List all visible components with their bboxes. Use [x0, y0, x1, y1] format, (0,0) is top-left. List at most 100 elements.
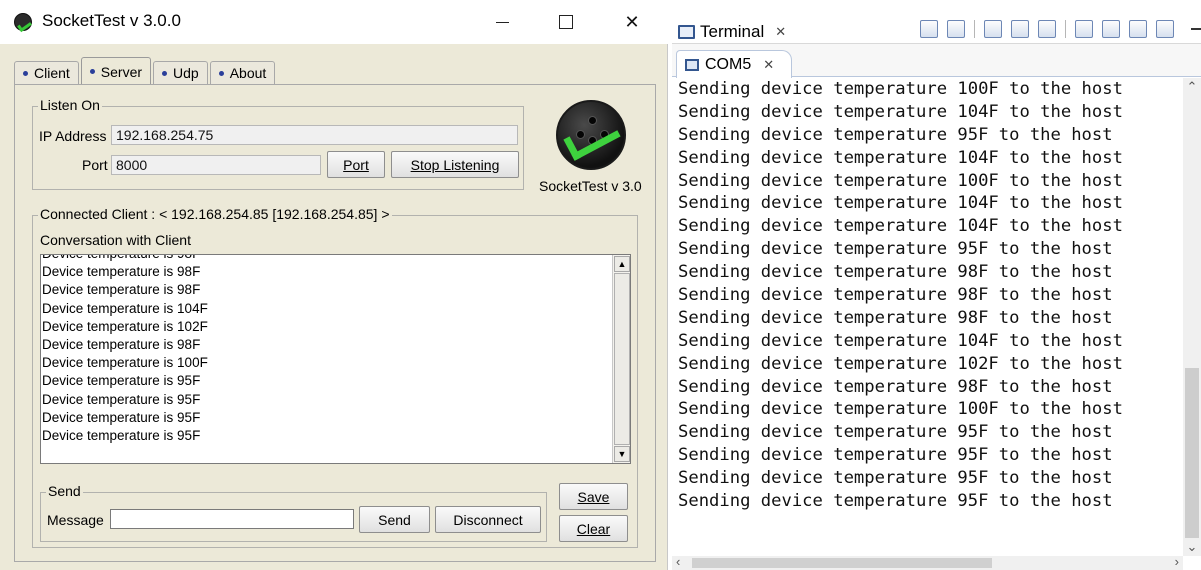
terminal-line: Sending device temperature 104F to the h…: [678, 101, 1123, 122]
close-tab-icon[interactable]: ✕: [763, 57, 774, 73]
tab-dot-icon: [23, 70, 28, 76]
scroll-down-icon[interactable]: ⌄: [1183, 538, 1201, 556]
scroll-thumb[interactable]: [1185, 368, 1199, 538]
tab-label: About: [229, 65, 267, 81]
scroll-thumb[interactable]: [614, 273, 630, 445]
send-button-label: Send: [378, 511, 411, 528]
port-label: Port: [82, 157, 108, 173]
scroll-lock-icon[interactable]: [984, 20, 1002, 38]
send-button[interactable]: Send: [359, 506, 430, 533]
clear-button-label: Clear: [576, 520, 611, 537]
save-button-label: Save: [577, 488, 610, 505]
terminal-line: Sending device temperature 104F to the h…: [678, 216, 1123, 237]
close-button[interactable]: ✕: [614, 8, 650, 36]
tab-dot-icon: [218, 70, 224, 76]
terminal-line: Sending device temperature 104F to the h…: [678, 147, 1123, 168]
ip-address-label: IP Address: [39, 128, 107, 144]
disconnect-button[interactable]: Disconnect: [435, 506, 541, 533]
new-terminal-icon[interactable]: [920, 20, 938, 38]
toggle-command-icon[interactable]: [1038, 20, 1056, 38]
terminal-vertical-scrollbar[interactable]: ⌃ ⌄: [1183, 78, 1201, 556]
scroll-left-icon[interactable]: ‹: [676, 554, 680, 569]
terminal-view: Terminal ✕ COM5 ✕ Sending device tempera…: [672, 0, 1201, 570]
tab-label: Client: [34, 65, 70, 81]
window-title: SocketTest v 3.0.0: [42, 11, 181, 30]
close-view-icon[interactable]: ✕: [775, 24, 786, 40]
sockettest-window: SocketTest v 3.0.0 ✕ Client Server Udp A…: [0, 0, 668, 570]
clear-button[interactable]: Clear: [559, 515, 628, 542]
tab-dot-icon: [89, 69, 95, 74]
serial-terminal-icon: [685, 58, 699, 71]
minimize-view-icon[interactable]: [1191, 28, 1201, 30]
terminal-line: Sending device temperature 98F to the ho…: [678, 376, 1113, 397]
terminal-line: Sending device temperature 95F to the ho…: [678, 445, 1113, 466]
terminal-output[interactable]: Sending device temperature 100F to the h…: [672, 78, 1183, 556]
tab-com5[interactable]: COM5 ✕: [676, 50, 792, 78]
tab-about[interactable]: About: [209, 61, 276, 84]
copy-icon[interactable]: [1075, 20, 1093, 38]
scroll-down-icon[interactable]: ▼: [614, 446, 630, 462]
terminal-line: Sending device temperature 95F to the ho…: [678, 422, 1113, 443]
terminal-line: Sending device temperature 104F to the h…: [678, 330, 1123, 351]
tab-client[interactable]: Client: [14, 61, 79, 84]
save-button[interactable]: Save: [559, 483, 628, 510]
terminal-icon: [678, 25, 695, 39]
app-icon: [14, 13, 32, 31]
sockettest-logo-icon: [556, 100, 626, 170]
terminal-line: Sending device temperature 104F to the h…: [678, 193, 1123, 214]
terminal-view-header: Terminal ✕: [672, 0, 1201, 44]
conversation-line: Device temperature is 98F: [42, 264, 201, 280]
terminal-toolbar: [920, 20, 1201, 38]
screen: SocketTest v 3.0.0 ✕ Client Server Udp A…: [0, 0, 1201, 570]
terminal-line: Sending device temperature 100F to the h…: [678, 170, 1123, 191]
port-button-label: Port: [343, 156, 369, 173]
tab-strip: Client Server Udp About: [14, 57, 277, 85]
scroll-thumb[interactable]: [692, 558, 992, 568]
terminal-view-tab[interactable]: Terminal ✕: [678, 20, 786, 44]
stop-listening-button[interactable]: Stop Listening: [391, 151, 519, 178]
conversation-line: Device temperature is 104F: [42, 300, 208, 316]
terminal-line: Sending device temperature 98F to the ho…: [678, 307, 1113, 328]
minimize-button[interactable]: [484, 8, 520, 36]
disconnect-icon[interactable]: [947, 20, 965, 38]
maximize-button[interactable]: [548, 8, 584, 36]
conversation-scrollbar[interactable]: ▲ ▼: [612, 255, 630, 463]
terminal-line: Sending device temperature 95F to the ho…: [678, 124, 1113, 145]
conversation-line: Device temperature is 95F: [42, 409, 201, 425]
toolbar-separator: [974, 20, 975, 38]
clear-console-icon[interactable]: [1011, 20, 1029, 38]
terminal-line: Sending device temperature 95F to the ho…: [678, 468, 1113, 489]
ip-address-field[interactable]: 192.168.254.75: [111, 125, 518, 145]
message-input[interactable]: [110, 509, 354, 529]
view-menu-icon[interactable]: [1156, 20, 1174, 38]
terminal-line: Sending device temperature 100F to the h…: [678, 399, 1123, 420]
conversation-line: Device temperature is 95F: [42, 373, 201, 389]
conversation-line: Device temperature is 100F: [42, 355, 208, 371]
tab-label: Udp: [173, 65, 199, 81]
listen-on-legend: Listen On: [38, 97, 102, 113]
terminal-horizontal-scrollbar[interactable]: ‹ ›: [672, 554, 1183, 570]
scroll-up-icon[interactable]: ▲: [614, 256, 630, 272]
conversation-line: Device temperature is 102F: [42, 318, 208, 334]
tab-server[interactable]: Server: [80, 57, 152, 85]
conversation-line: Device temperature is 98F: [42, 336, 201, 352]
port-field[interactable]: 8000: [111, 155, 321, 175]
com5-tab-label: COM5: [705, 55, 752, 73]
conversation-label: Conversation with Client: [40, 232, 191, 248]
scroll-up-icon[interactable]: ⌃: [1183, 78, 1201, 96]
paste-icon[interactable]: [1102, 20, 1120, 38]
toolbar-separator: [1065, 20, 1066, 38]
tab-label: Server: [100, 63, 143, 80]
terminal-line: Sending device temperature 95F to the ho…: [678, 239, 1113, 260]
conversation-line: Device temperature is 98F: [42, 282, 201, 298]
port-button[interactable]: Port: [327, 151, 385, 178]
settings-icon[interactable]: [1129, 20, 1147, 38]
connected-client-legend: Connected Client : < 192.168.254.85 [192…: [38, 206, 392, 222]
conversation-textarea[interactable]: Device temperature is 98F Device tempera…: [40, 254, 631, 464]
terminal-line: Sending device temperature 100F to the h…: [678, 79, 1123, 99]
tab-udp[interactable]: Udp: [153, 61, 208, 84]
title-bar[interactable]: SocketTest v 3.0.0 ✕: [0, 0, 668, 44]
scroll-right-icon[interactable]: ›: [1175, 554, 1179, 569]
terminal-line: Sending device temperature 95F to the ho…: [678, 491, 1113, 512]
logo-caption: SocketTest v 3.0: [539, 178, 642, 194]
